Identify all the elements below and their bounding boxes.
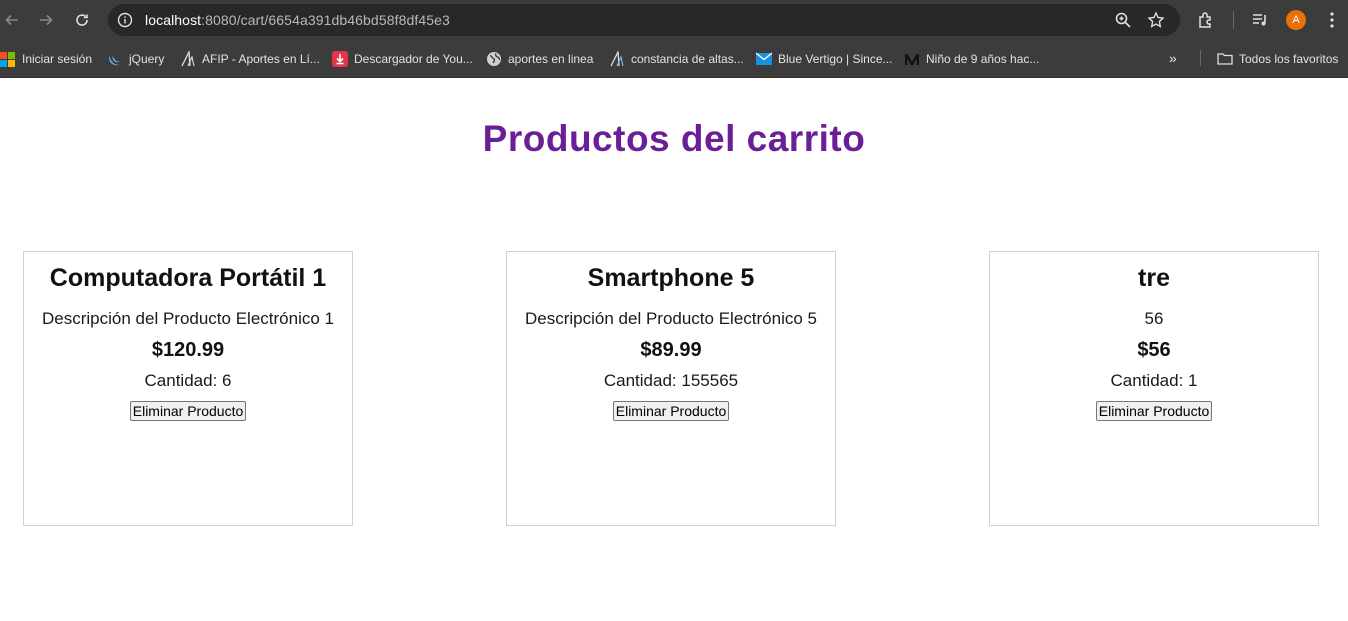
bookmarks-overflow-button[interactable]: » [1169,50,1177,66]
profile-avatar[interactable]: A [1286,10,1306,30]
address-bar[interactable]: localhost:8080/cart/6654a391db46bd58f8df… [108,4,1180,36]
folder-icon [1217,51,1233,67]
bookmarks-bar: Iniciar sesión jQuery AFIP - Aportes en … [0,40,1348,78]
forward-arrow-icon [40,14,53,26]
back-button[interactable] [0,8,24,32]
remove-product-button[interactable]: Eliminar Producto [129,401,247,421]
product-description: 56 [1144,309,1164,328]
bookmark-label: Blue Vertigo | Since... [778,52,893,66]
bookmark-label: constancia de altas... [631,52,744,66]
microsoft-icon [0,51,16,67]
bookmark-label: AFIP - Aportes en Lí... [202,52,320,66]
product-card: tre 56 $56 Cantidad: 1 Eliminar Producto [989,251,1319,526]
product-card: Computadora Portátil 1 Descripción del P… [23,251,353,526]
product-name: Computadora Portátil 1 [49,264,327,292]
bookmark-item[interactable]: jQuery [107,50,164,68]
product-description: Descripción del Producto Electrónico 5 [525,309,817,328]
product-quantity: Cantidad: 155565 [603,371,739,390]
globe-icon [486,51,502,67]
product-price: $56 [1137,339,1171,361]
jquery-icon [107,51,123,67]
bookmark-label: Niño de 9 años hac... [926,52,1040,66]
extensions-icon[interactable] [1196,10,1216,30]
back-arrow-icon [5,14,18,26]
all-bookmarks-folder[interactable]: Todos los favoritos [1217,50,1338,68]
product-price: $89.99 [640,339,702,361]
forward-button[interactable] [34,8,58,32]
avatar-letter: A [1292,14,1300,26]
media-controls-icon[interactable] [1250,10,1270,30]
product-price: $120.99 [151,339,225,361]
bookmark-star-icon[interactable] [1147,11,1165,29]
remove-product-button[interactable]: Eliminar Producto [1095,401,1213,421]
afip-icon [609,51,625,67]
product-quantity: Cantidad: 1 [1110,371,1198,390]
bookmark-label: Iniciar sesión [22,52,93,66]
browser-toolbar: localhost:8080/cart/6654a391db46bd58f8df… [0,0,1348,40]
bookmark-label: jQuery [129,52,165,66]
url-host: localhost [145,12,202,28]
reload-button[interactable] [70,8,94,32]
medium-icon [904,51,920,67]
zoom-icon[interactable] [1114,11,1132,29]
product-description: Descripción del Producto Electrónico 1 [42,309,334,328]
bookmark-item[interactable]: constancia de altas... [609,50,744,68]
product-name: Smartphone 5 [587,264,755,292]
url-path: :8080/cart/6654a391db46bd58f8df45e3 [201,12,450,28]
bookmark-label: aportes en linea [508,52,594,66]
product-card: Smartphone 5 Descripción del Producto El… [506,251,836,526]
url-text[interactable]: localhost:8080/cart/6654a391db46bd58f8df… [145,12,450,28]
toolbar-divider [1233,11,1234,29]
page-title: Productos del carrito [482,118,866,159]
bookmark-item[interactable]: AFIP - Aportes en Lí... [180,50,320,68]
download-icon [332,51,348,67]
bookmarks-divider [1200,50,1201,66]
product-quantity: Cantidad: 6 [144,371,232,390]
bookmark-label: Descargador de You... [354,52,473,66]
site-info-icon[interactable] [117,12,133,28]
reload-icon [76,14,88,26]
bookmark-item[interactable]: aportes en linea [486,50,593,68]
product-name: tre [1138,264,1170,292]
bookmark-label: Todos los favoritos [1239,52,1339,66]
bookmark-item[interactable]: Blue Vertigo | Since... [756,50,893,68]
bookmark-item[interactable]: Descargador de You... [332,50,473,68]
menu-kebab-icon[interactable] [1322,10,1342,30]
afip-icon [180,51,196,67]
bookmark-item[interactable]: Iniciar sesión [0,50,92,68]
mail-icon [756,51,772,67]
remove-product-button[interactable]: Eliminar Producto [612,401,730,421]
bookmark-item[interactable]: Niño de 9 años hac... [904,50,1039,68]
